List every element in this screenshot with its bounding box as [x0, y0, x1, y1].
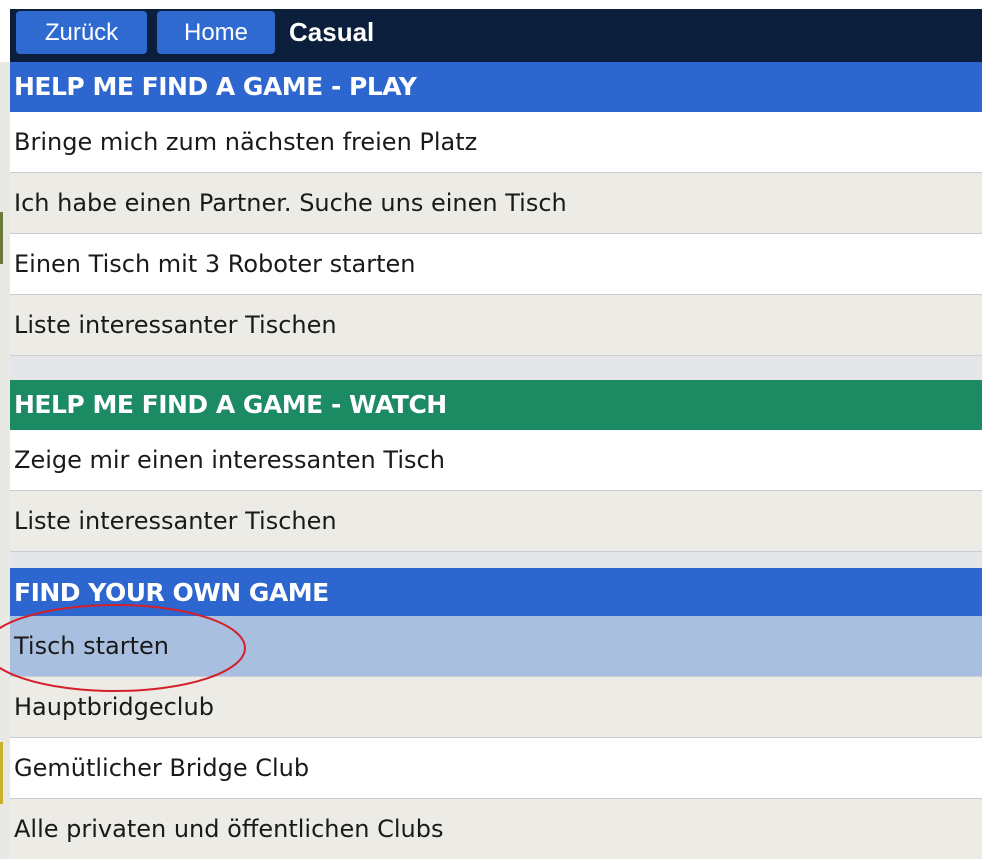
home-button[interactable]: Home	[157, 11, 275, 54]
page-title: Casual	[289, 17, 375, 47]
menu-item-find-table-with-partner[interactable]: Ich habe einen Partner. Suche uns einen …	[10, 173, 982, 234]
menu-item-interesting-tables-watch[interactable]: Liste interessanter Tischen	[10, 491, 982, 552]
menu-item-start-table-with-robots[interactable]: Einen Tisch mit 3 Roboter starten	[10, 234, 982, 295]
section-header-play: HELP ME FIND A GAME - PLAY	[10, 62, 982, 112]
menu-item-next-free-seat[interactable]: Bringe mich zum nächsten freien Platz	[10, 112, 982, 173]
left-edge-strip	[0, 62, 10, 859]
left-edge-mark	[0, 742, 3, 804]
back-button[interactable]: Zurück	[16, 11, 147, 54]
section-divider	[10, 356, 982, 380]
casual-menu-screen: Zurück Home Casual HELP ME FIND A GAME -…	[0, 0, 982, 859]
section-header-watch: HELP ME FIND A GAME - WATCH	[10, 380, 982, 430]
menu-item-interesting-tables-play[interactable]: Liste interessanter Tischen	[10, 295, 982, 356]
left-edge-mark	[0, 212, 3, 264]
menu-item-casual-bridge-club[interactable]: Gemütlicher Bridge Club	[10, 738, 982, 799]
menu-item-show-interesting-table[interactable]: Zeige mir einen interessanten Tisch	[10, 430, 982, 491]
top-navigation-bar: Zurück Home Casual	[10, 9, 982, 62]
menu-item-main-bridge-club[interactable]: Hauptbridgeclub	[10, 677, 982, 738]
menu-item-start-table[interactable]: Tisch starten	[10, 616, 982, 677]
section-divider	[10, 552, 982, 568]
menu-item-all-clubs[interactable]: Alle privaten und öffentlichen Clubs	[10, 799, 982, 859]
section-header-own-game: FIND YOUR OWN GAME	[10, 568, 982, 618]
